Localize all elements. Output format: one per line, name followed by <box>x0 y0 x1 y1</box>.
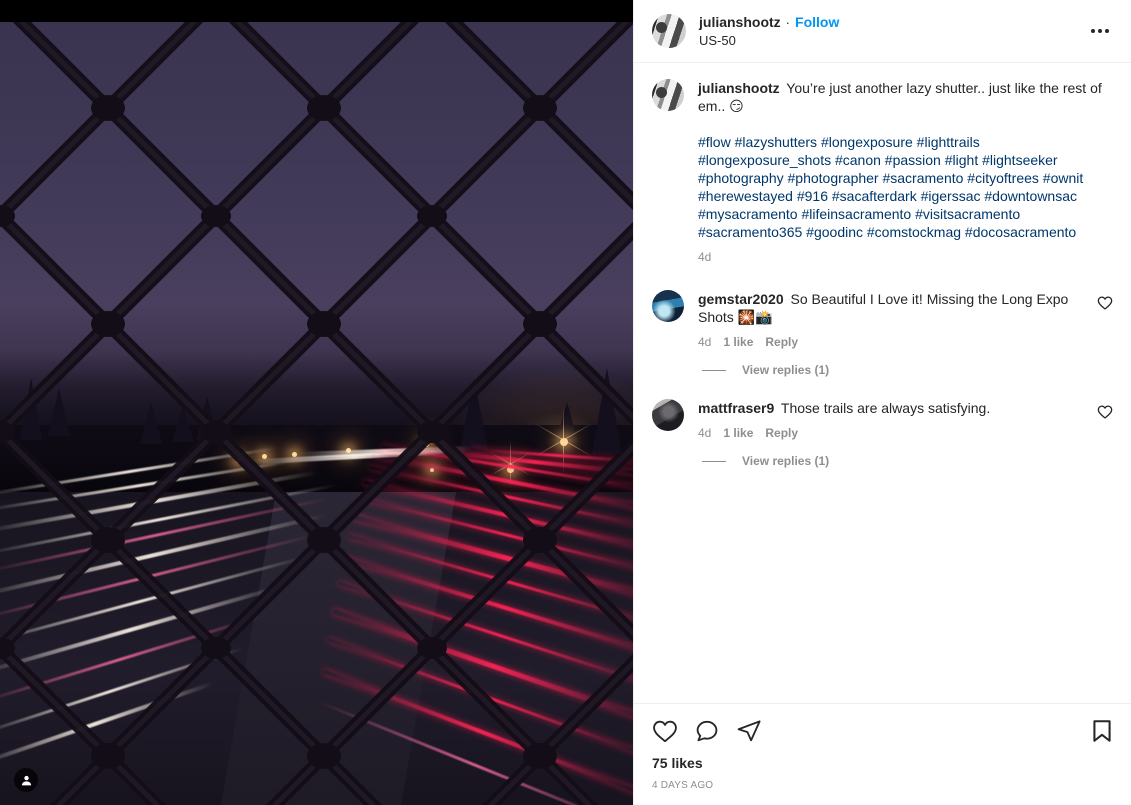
commenter-username[interactable]: mattfraser9 <box>698 400 774 416</box>
comment-likes[interactable]: 1 like <box>723 426 753 440</box>
street-light <box>236 458 241 463</box>
view-replies-label: View replies (1) <box>742 363 830 378</box>
comment-icon[interactable] <box>694 718 720 744</box>
header-separator: · <box>785 15 791 30</box>
letterbox-bar <box>0 0 633 22</box>
comment-text-row: mattfraser9 Those trails are always sati… <box>698 399 1081 417</box>
caption-hashtags[interactable]: #flow #lazyshutters #longexposure #light… <box>698 133 1115 241</box>
view-replies-label: View replies (1) <box>742 454 830 469</box>
commenter-avatar[interactable] <box>652 290 684 323</box>
comment-time: 4d <box>698 335 712 350</box>
comment-time: 4d <box>698 426 712 441</box>
comment-text: Those trails are always satisfying. <box>777 400 991 417</box>
likes-count[interactable]: 75 likes <box>652 755 1115 771</box>
comment-item: mattfraser9 Those trails are always sati… <box>652 399 1115 440</box>
like-icon[interactable] <box>652 718 678 744</box>
comment-like-heart-icon[interactable] <box>1097 404 1113 420</box>
caption-username[interactable]: julianshootz <box>698 80 780 96</box>
comments-list[interactable]: julianshootz You’re just another lazy sh… <box>634 63 1131 703</box>
more-options-icon[interactable] <box>1085 18 1115 44</box>
caption-meta: 4d <box>698 250 1115 264</box>
view-replies-line <box>702 369 726 371</box>
caption-time: 4d <box>698 250 712 265</box>
tagged-users-badge[interactable] <box>14 768 38 792</box>
caption-entry: julianshootz You’re just another lazy sh… <box>652 79 1115 264</box>
post-location[interactable]: US-50 <box>699 33 839 49</box>
commenter-username[interactable]: gemstar2020 <box>698 291 784 307</box>
follow-button[interactable]: Follow <box>795 14 839 31</box>
share-icon[interactable] <box>736 718 762 744</box>
caption-text-row: julianshootz You’re just another lazy sh… <box>698 79 1115 115</box>
instagram-post: julianshootz · Follow US-50 julianshootz… <box>0 0 1131 805</box>
posted-date: 4 DAYS AGO <box>652 780 714 791</box>
author-info: julianshootz · Follow US-50 <box>699 14 839 48</box>
action-bar <box>652 714 1115 750</box>
view-replies-line <box>702 460 726 462</box>
comment-reply-button[interactable]: Reply <box>765 426 798 440</box>
comment-text-row: gemstar2020 So Beautiful I Love it! Miss… <box>698 290 1081 326</box>
commenter-avatar[interactable] <box>652 399 684 432</box>
comment-meta: 4d 1 like Reply <box>698 335 1081 349</box>
comment-like-heart-icon[interactable] <box>1097 295 1113 311</box>
comment-likes[interactable]: 1 like <box>723 335 753 349</box>
post-info-panel: julianshootz · Follow US-50 julianshootz… <box>633 0 1131 805</box>
comment-item: gemstar2020 So Beautiful I Love it! Miss… <box>652 290 1115 349</box>
comment-reply-button[interactable]: Reply <box>765 335 798 349</box>
post-actions-footer: 75 likes 4 DAYS AGO <box>634 703 1131 805</box>
author-avatar[interactable] <box>652 14 686 49</box>
view-replies-button[interactable]: View replies (1) <box>702 363 1115 377</box>
caption-avatar[interactable] <box>652 79 684 112</box>
post-header: julianshootz · Follow US-50 <box>634 0 1131 64</box>
author-username[interactable]: julianshootz <box>699 14 781 31</box>
post-photo <box>0 22 633 805</box>
post-media[interactable] <box>0 0 633 805</box>
save-bookmark-icon[interactable] <box>1089 718 1115 744</box>
comment-meta: 4d 1 like Reply <box>698 426 1081 440</box>
view-replies-button[interactable]: View replies (1) <box>702 454 1115 468</box>
street-light <box>424 442 429 447</box>
